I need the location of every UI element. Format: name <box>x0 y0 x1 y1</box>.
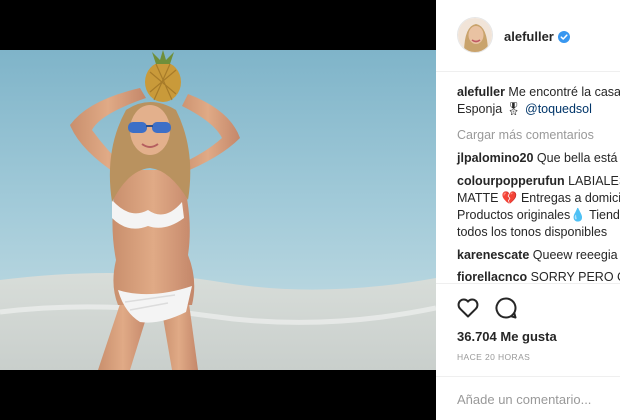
caption-mention-link[interactable]: @toquedsol <box>525 102 592 116</box>
media-pane <box>0 0 436 420</box>
likes-count[interactable]: 36.704 Me gusta <box>457 329 557 344</box>
load-more-comments-link[interactable]: Cargar más comentarios <box>457 127 594 144</box>
verified-badge-icon <box>557 31 570 43</box>
comment-username[interactable]: fiorellacnco <box>457 270 527 284</box>
comment-text: SORRY PERO CF <box>530 270 620 284</box>
caption-username[interactable]: alefuller <box>457 85 505 99</box>
caption-text: Me encontré la casa <box>508 85 620 99</box>
caption: alefuller Me encontré la casa <box>457 84 620 101</box>
comment-text-line: MATTE 💔 Entregas a domici <box>457 191 620 205</box>
avatar[interactable] <box>457 17 493 53</box>
heart-icon <box>457 298 479 318</box>
comment-text: LABIALES <box>568 174 620 188</box>
post-sidebar: alefuller alefuller Me encontré la casa … <box>436 0 620 420</box>
comment-username[interactable]: karenescate <box>457 248 529 262</box>
profile-photo-image <box>458 18 492 52</box>
post-header: alefuller <box>436 0 620 72</box>
comment-item: karenescate Queew reeegia <box>457 247 618 264</box>
comment-bubble-icon <box>495 297 517 319</box>
comment-text: Que bella está <box>536 151 618 165</box>
beach-photo <box>0 50 436 370</box>
medal-emoji: 🎖 <box>505 102 522 116</box>
comment-username[interactable]: colourpopperufun <box>457 174 565 188</box>
caption-text-line2: Esponja <box>457 102 506 116</box>
caption-line2: Esponja 🎖 @toquedsol <box>457 101 592 118</box>
header-username[interactable]: alefuller <box>504 29 570 44</box>
comment-button[interactable] <box>494 296 518 320</box>
post-timestamp[interactable]: HACE 20 HORAS <box>457 352 530 362</box>
comment-text-line: Productos originales💧 Tiend <box>457 208 620 222</box>
comment-text-line: todos los tonos disponibles <box>457 225 608 239</box>
post-photo[interactable] <box>0 50 436 370</box>
comment-text: Queew reeegia <box>532 248 618 262</box>
comment-item: colourpopperufun LABIALES <box>457 173 620 190</box>
comment-item: jlpalomino20 Que bella está <box>457 150 618 167</box>
add-comment-bar <box>436 376 620 420</box>
add-comment-input[interactable] <box>457 389 620 409</box>
comment-username[interactable]: jlpalomino20 <box>457 151 533 165</box>
header-username-text[interactable]: alefuller <box>504 29 554 44</box>
like-button[interactable] <box>456 296 480 320</box>
post-actions: 36.704 Me gusta HACE 20 HORAS <box>436 283 620 420</box>
